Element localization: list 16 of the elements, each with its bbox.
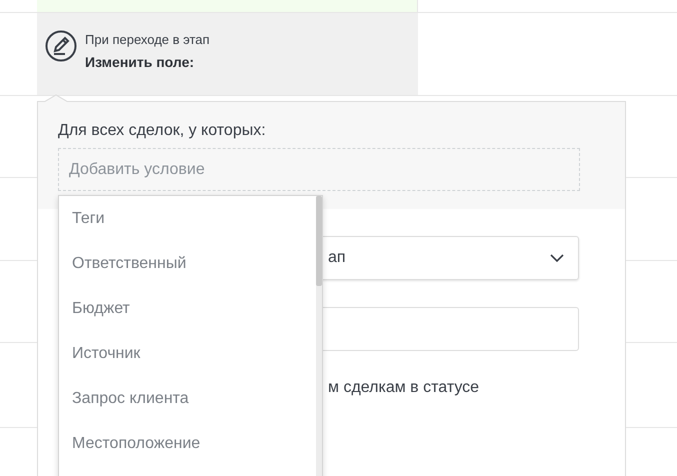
dropdown-item[interactable]: Источник (72, 342, 140, 366)
trigger-title: Изменить поле: (85, 53, 196, 72)
pencil-circle-icon (45, 30, 77, 62)
condition-field[interactable]: Добавить условие (58, 148, 580, 191)
dropdown-item[interactable]: Местоположение (72, 432, 200, 456)
dropdown-item[interactable]: Запрос клиента (72, 386, 189, 410)
condition-label: Для всех сделок, у которых: (58, 121, 267, 141)
dropdown-item[interactable]: Теги (72, 206, 105, 230)
dropdown-item[interactable]: Бюджет (72, 296, 130, 320)
scrollbar-thumb[interactable] (316, 196, 322, 286)
apply-text: м сделкам в статусе (328, 378, 480, 398)
chevron-down-icon (550, 254, 564, 262)
trigger-label: При переходе в этап (85, 31, 210, 49)
scrollbar[interactable] (316, 196, 322, 476)
dropdown-item[interactable]: Ответственный (72, 252, 186, 276)
trigger-card[interactable]: При переходе в этап Изменить поле: (37, 13, 418, 95)
